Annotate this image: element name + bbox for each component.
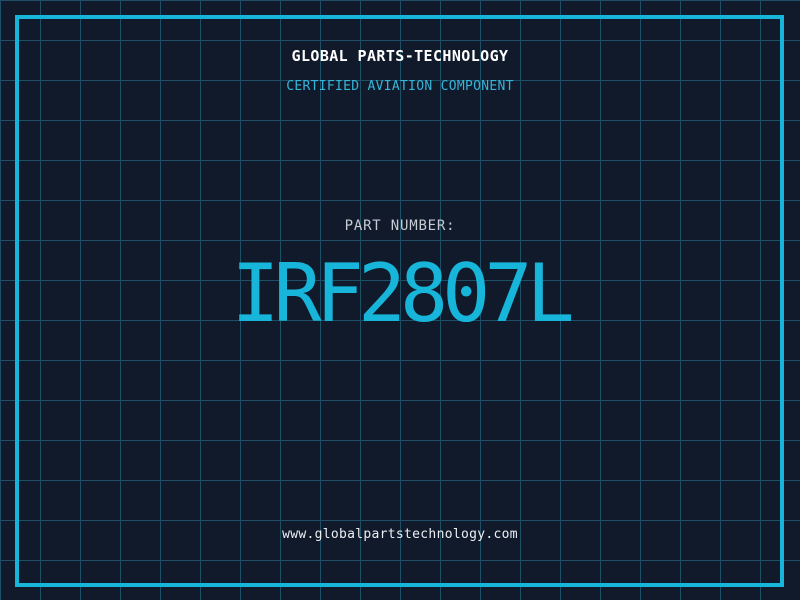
website-url: www.globalpartstechnology.com	[282, 527, 518, 542]
certification-subtitle: CERTIFIED AVIATION COMPONENT	[286, 79, 514, 94]
part-number-label: PART NUMBER:	[344, 218, 456, 234]
blueprint-grid-background: GLOBAL PARTS-TECHNOLOGY CERTIFIED AVIATI…	[0, 0, 800, 600]
part-number-value: IRF2807L	[231, 247, 574, 340]
company-title: GLOBAL PARTS-TECHNOLOGY	[291, 47, 509, 65]
